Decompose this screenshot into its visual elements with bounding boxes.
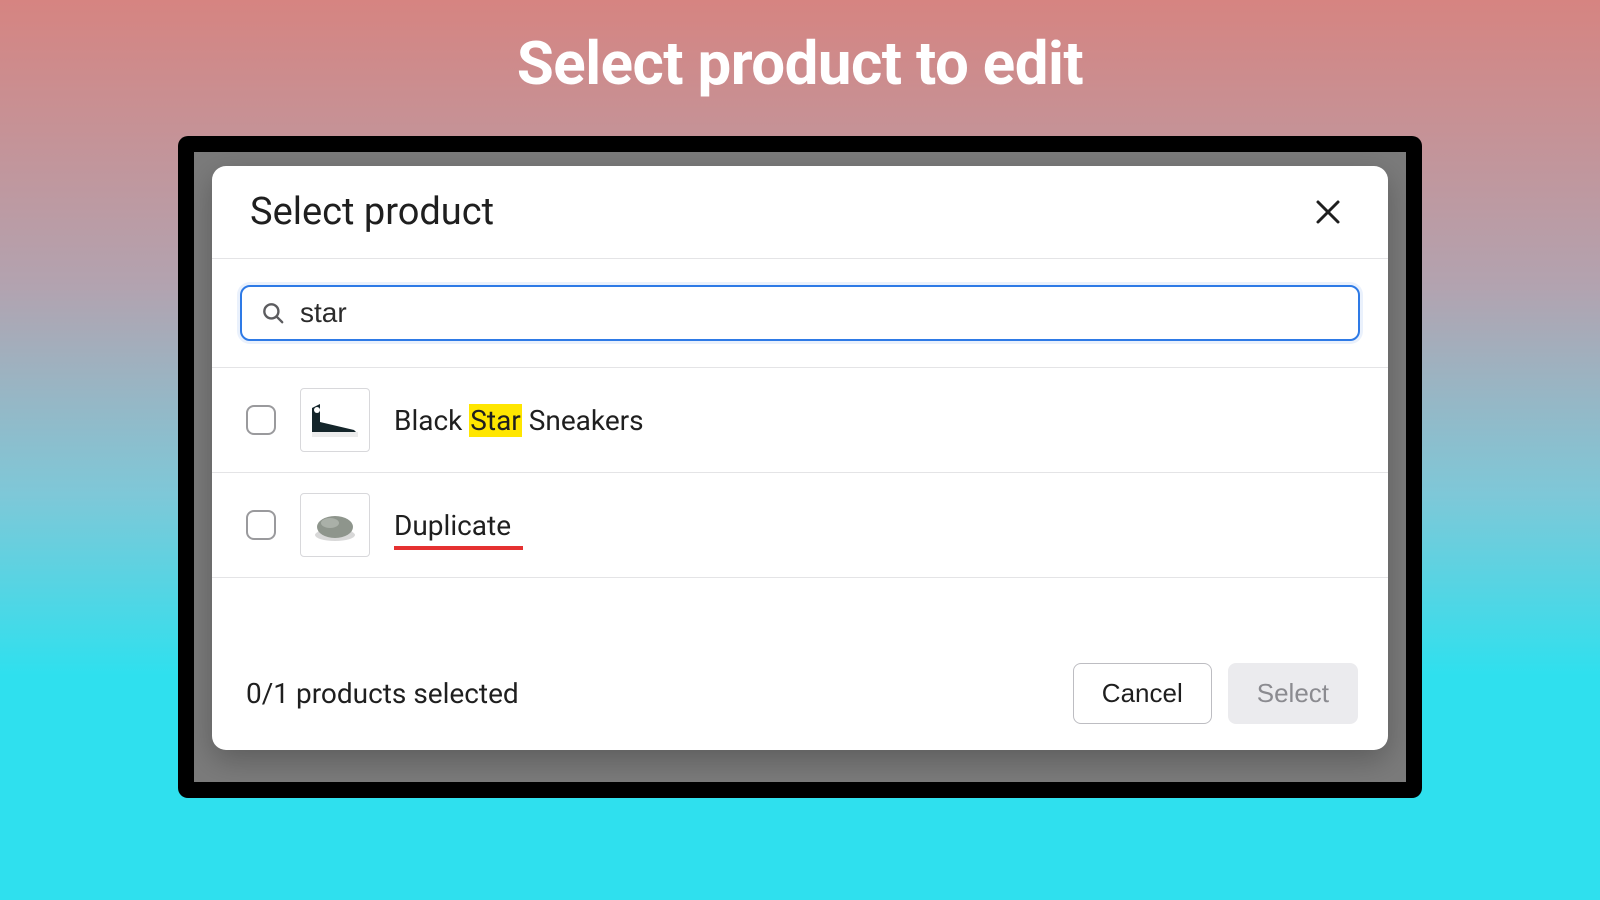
product-row[interactable]: Black Star Sneakers xyxy=(212,368,1388,473)
footer-buttons: Cancel Select xyxy=(1073,663,1358,724)
select-button[interactable]: Select xyxy=(1228,663,1358,724)
modal-title: Select product xyxy=(250,190,494,234)
product-checkbox[interactable] xyxy=(246,510,276,540)
page-heading: Select product to edit xyxy=(0,0,1600,99)
search-input[interactable] xyxy=(300,297,1340,329)
search-section xyxy=(212,259,1388,368)
product-name-underlined: Duplicate xyxy=(394,509,511,542)
search-field[interactable] xyxy=(240,285,1360,341)
select-product-modal: Select product xyxy=(212,166,1388,750)
stone-icon xyxy=(306,503,364,547)
close-button[interactable] xyxy=(1306,190,1350,234)
product-name-after: Sneakers xyxy=(522,404,644,437)
close-icon xyxy=(1313,197,1343,227)
product-checkbox[interactable] xyxy=(246,405,276,435)
product-name-highlight: Star xyxy=(469,404,522,437)
product-name: Duplicate xyxy=(394,509,511,542)
app-backdrop: Select product xyxy=(194,152,1406,782)
product-thumbnail xyxy=(300,388,370,452)
screen-frame: Select product xyxy=(178,136,1422,798)
product-name-before: Black xyxy=(394,404,469,437)
search-icon xyxy=(260,300,286,326)
product-name: Black Star Sneakers xyxy=(394,404,644,437)
modal-header: Select product xyxy=(212,166,1388,259)
modal-footer: 0/1 products selected Cancel Select xyxy=(212,639,1388,750)
product-thumbnail xyxy=(300,493,370,557)
selection-status: 0/1 products selected xyxy=(246,677,519,710)
sneaker-icon xyxy=(306,398,364,442)
product-row[interactable]: Duplicate xyxy=(212,473,1388,578)
cancel-button[interactable]: Cancel xyxy=(1073,663,1212,724)
product-list: Black Star Sneakers Duplicate xyxy=(212,368,1388,578)
